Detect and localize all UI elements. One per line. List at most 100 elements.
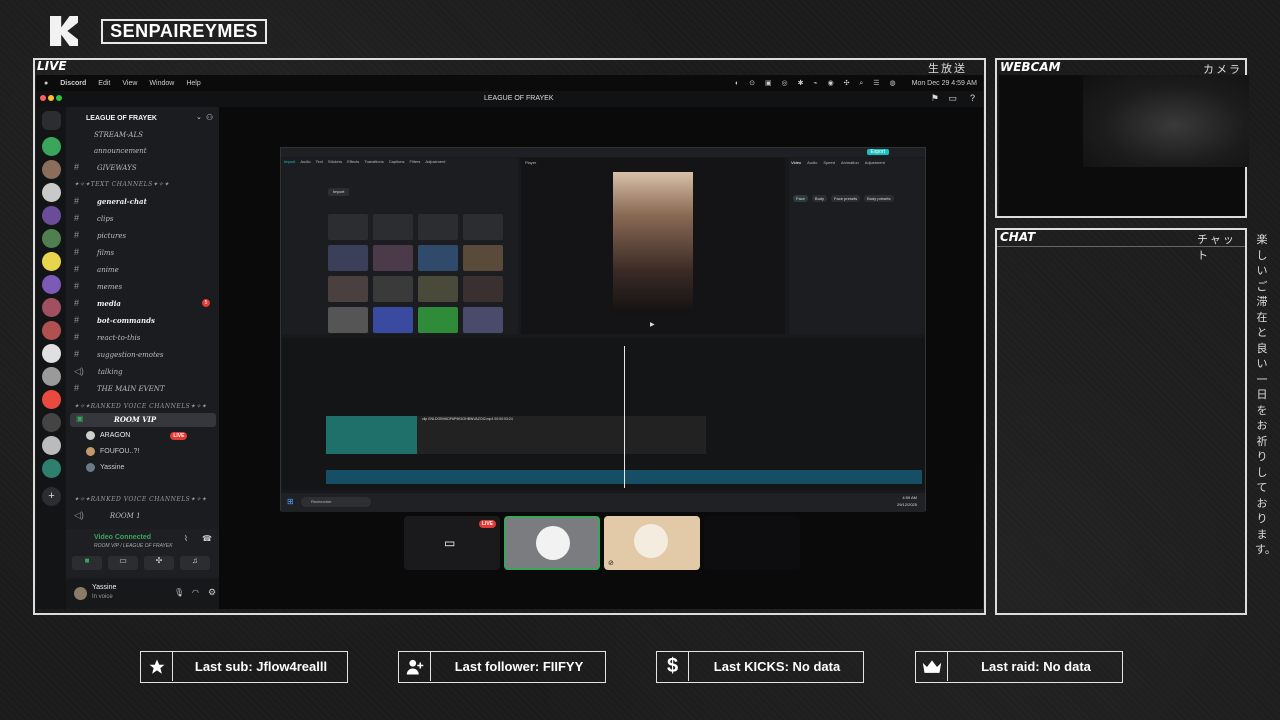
chip-body[interactable]: Body bbox=[811, 195, 828, 202]
player-preview[interactable] bbox=[613, 172, 693, 314]
server-icon[interactable] bbox=[42, 183, 61, 202]
popout-icon[interactable]: ▭ bbox=[948, 93, 957, 104]
chip-face[interactable]: Face bbox=[793, 195, 808, 202]
tab-audio[interactable]: Audio bbox=[300, 159, 310, 164]
channel-item[interactable]: # films bbox=[74, 246, 214, 258]
media-thumb[interactable] bbox=[463, 214, 503, 240]
menu-edit[interactable]: Edit bbox=[98, 80, 110, 87]
import-button[interactable]: Import bbox=[328, 188, 350, 196]
tab-filters[interactable]: Filters bbox=[410, 159, 421, 164]
media-thumb[interactable] bbox=[418, 214, 458, 240]
chip-face-presets[interactable]: Face presets bbox=[831, 195, 861, 202]
participant-tile[interactable]: ⊘ bbox=[604, 516, 700, 570]
zoom-window-button[interactable] bbox=[56, 95, 62, 101]
server-icon[interactable] bbox=[42, 275, 61, 294]
timeline-video-clip[interactable]: clip ENLDOBH6DP6P9K5OHBWVAZOI2.mp4 00:00… bbox=[326, 416, 706, 454]
tab-transitions[interactable]: Transitions bbox=[364, 159, 383, 164]
windows-start-icon[interactable]: ⊞ bbox=[287, 497, 294, 506]
server-icon[interactable] bbox=[42, 413, 61, 432]
apple-icon[interactable]: ● bbox=[44, 80, 48, 87]
play-icon[interactable]: ▶ bbox=[650, 321, 655, 328]
camera-button[interactable]: ■ bbox=[72, 556, 102, 570]
server-menu-chevron-icon[interactable]: ⌄ bbox=[196, 113, 202, 121]
headphones-icon[interactable]: ◠ bbox=[192, 588, 199, 597]
activities-button[interactable]: ✣ bbox=[144, 556, 174, 570]
media-thumb[interactable] bbox=[463, 276, 503, 302]
participant-tile[interactable] bbox=[504, 516, 600, 570]
export-button[interactable]: Export bbox=[866, 149, 889, 155]
channel-item[interactable]: # suggestion-emotes bbox=[74, 348, 214, 360]
server-icon[interactable] bbox=[42, 137, 61, 156]
server-icon[interactable] bbox=[42, 229, 61, 248]
participant-tile-camera[interactable] bbox=[704, 516, 800, 570]
media-thumb[interactable] bbox=[328, 245, 368, 271]
tab-stickers[interactable]: Stickers bbox=[328, 159, 342, 164]
tab-effects[interactable]: Effects bbox=[347, 159, 359, 164]
server-icon[interactable] bbox=[42, 298, 61, 317]
channel-item[interactable]: STREAM-ALS bbox=[74, 129, 214, 141]
discord-home-icon[interactable] bbox=[42, 111, 61, 130]
media-thumb[interactable] bbox=[373, 214, 413, 240]
media-thumb[interactable] bbox=[463, 307, 503, 333]
chip-body-presets[interactable]: Body presets bbox=[864, 195, 894, 202]
prop-tab-video[interactable]: Video bbox=[791, 160, 801, 165]
media-thumb[interactable] bbox=[463, 245, 503, 271]
media-thumb[interactable] bbox=[418, 276, 458, 302]
inbox-icon[interactable]: ⚑ bbox=[931, 93, 939, 104]
channel-item[interactable]: # clips bbox=[74, 212, 214, 224]
disconnect-icon[interactable]: ☎ bbox=[202, 534, 212, 543]
media-thumb[interactable] bbox=[418, 245, 458, 271]
media-thumb[interactable] bbox=[373, 276, 413, 302]
settings-gear-icon[interactable]: ⚙ bbox=[208, 587, 216, 598]
menu-help[interactable]: Help bbox=[186, 80, 200, 87]
voice-channel[interactable]: ◁) ROOM 1 bbox=[74, 509, 214, 521]
server-icon[interactable] bbox=[42, 459, 61, 478]
media-thumb[interactable] bbox=[328, 307, 368, 333]
prop-tab-adjustment[interactable]: Adjustment bbox=[865, 160, 885, 165]
server-icon[interactable] bbox=[42, 321, 61, 340]
server-icon[interactable] bbox=[42, 160, 61, 179]
server-icon[interactable] bbox=[42, 367, 61, 386]
channel-item[interactable]: # media 5 bbox=[74, 297, 214, 309]
channel-item[interactable]: # GIVEWAYS bbox=[74, 161, 214, 173]
add-server-icon[interactable]: + bbox=[42, 487, 61, 506]
server-name[interactable]: LEAGUE OF FRAYEK bbox=[86, 115, 157, 122]
prop-tab-animation[interactable]: Animation bbox=[841, 160, 859, 165]
tab-adjustment[interactable]: Adjustment bbox=[425, 159, 445, 164]
voice-category[interactable]: ✦✧✦RANKED VOICE CHANNELS✦✧✦ bbox=[74, 496, 207, 503]
tab-text[interactable]: Text bbox=[316, 159, 323, 164]
voice-user[interactable]: ARAGON LIVE bbox=[86, 431, 188, 440]
help-icon[interactable]: ? bbox=[970, 93, 975, 103]
voice-category[interactable]: ✦✧✦RANKED VOICE CHANNELS✦✧✦ bbox=[74, 403, 207, 410]
channel-item[interactable]: # general-chat bbox=[74, 195, 214, 207]
avatar[interactable] bbox=[74, 587, 87, 600]
channel-item[interactable]: # memes bbox=[74, 280, 214, 292]
voice-user[interactable]: FOUFOU..?! bbox=[86, 447, 139, 456]
timeline-playhead[interactable] bbox=[624, 346, 625, 488]
timeline[interactable]: clip ENLDOBH6DP6P9K5OHBWVAZOI2.mp4 00:00… bbox=[282, 338, 925, 490]
server-icon[interactable] bbox=[42, 436, 61, 455]
media-thumb[interactable] bbox=[373, 307, 413, 333]
tab-captions[interactable]: Captions bbox=[389, 159, 405, 164]
channel-item[interactable]: # react-to-this bbox=[74, 331, 214, 343]
minimize-window-button[interactable] bbox=[48, 95, 54, 101]
close-window-button[interactable] bbox=[40, 95, 46, 101]
media-thumb[interactable] bbox=[418, 307, 458, 333]
channel-item[interactable]: # THE MAIN EVENT bbox=[74, 382, 214, 394]
participant-tile-screen[interactable]: LIVE ▭ bbox=[404, 516, 500, 570]
microphone-icon[interactable]: 🎙︎ bbox=[174, 588, 184, 597]
prop-tab-audio[interactable]: Audio bbox=[807, 160, 817, 165]
prop-tab-speed[interactable]: Speed bbox=[823, 160, 835, 165]
invite-icon[interactable]: ⚇ bbox=[206, 113, 213, 122]
voice-status-sub[interactable]: ROOM VIP / LEAGUE OF FRAYEK bbox=[94, 543, 173, 549]
server-icon[interactable] bbox=[42, 390, 61, 409]
voice-channel-active[interactable]: ▣ ROOM VIP bbox=[70, 413, 216, 427]
menu-view[interactable]: View bbox=[122, 80, 137, 87]
screen-share-button[interactable]: ▭ bbox=[108, 556, 138, 570]
soundboard-button[interactable]: ♫ bbox=[180, 556, 210, 570]
tab-import[interactable]: Import bbox=[284, 159, 295, 164]
taskbar-search[interactable]: Rechercher bbox=[301, 497, 371, 507]
menu-app-discord[interactable]: Discord bbox=[60, 80, 86, 87]
menu-window[interactable]: Window bbox=[149, 80, 174, 87]
text-category[interactable]: ✦✧✦TEXT CHANNELS✦✧✦ bbox=[74, 181, 169, 188]
